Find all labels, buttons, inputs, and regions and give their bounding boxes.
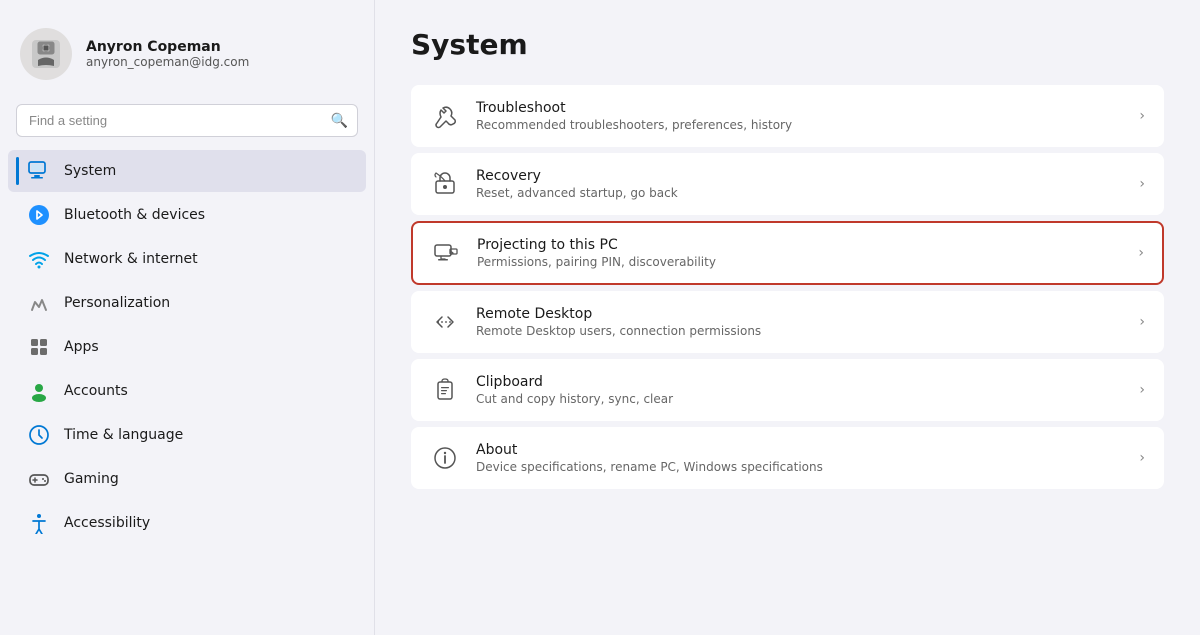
- about-title: About: [476, 442, 1123, 458]
- gaming-icon: [28, 468, 50, 490]
- sidebar-item-personalization-label: Personalization: [64, 295, 170, 311]
- sidebar-item-apps-label: Apps: [64, 339, 99, 355]
- setting-item-projecting[interactable]: Projecting to this PC Permissions, pairi…: [411, 221, 1164, 285]
- user-email: anyron_copeman@idg.com: [86, 55, 249, 69]
- setting-item-remote-desktop[interactable]: Remote Desktop Remote Desktop users, con…: [411, 291, 1164, 353]
- about-icon: [430, 443, 460, 473]
- sidebar-item-time-label: Time & language: [64, 427, 183, 443]
- sidebar: Anyron Copeman anyron_copeman@idg.com 🔍 …: [0, 0, 375, 635]
- sidebar-item-bluetooth-label: Bluetooth & devices: [64, 207, 205, 223]
- personalization-icon: [28, 292, 50, 314]
- apps-icon: [28, 336, 50, 358]
- time-icon: [28, 424, 50, 446]
- sidebar-item-accounts-label: Accounts: [64, 383, 128, 399]
- sidebar-item-gaming-label: Gaming: [64, 471, 119, 487]
- user-info: Anyron Copeman anyron_copeman@idg.com: [86, 39, 249, 69]
- accessibility-icon: [28, 512, 50, 534]
- bluetooth-icon: [28, 204, 50, 226]
- troubleshoot-desc: Recommended troubleshooters, preferences…: [476, 118, 1123, 132]
- recovery-desc: Reset, advanced startup, go back: [476, 186, 1123, 200]
- troubleshoot-title: Troubleshoot: [476, 100, 1123, 116]
- sidebar-item-network-label: Network & internet: [64, 251, 198, 267]
- remote-desktop-title: Remote Desktop: [476, 306, 1123, 322]
- sidebar-item-gaming[interactable]: Gaming: [8, 458, 366, 500]
- recovery-title: Recovery: [476, 168, 1123, 184]
- clipboard-text: Clipboard Cut and copy history, sync, cl…: [476, 374, 1123, 406]
- clipboard-desc: Cut and copy history, sync, clear: [476, 392, 1123, 406]
- recovery-text: Recovery Reset, advanced startup, go bac…: [476, 168, 1123, 200]
- sidebar-item-apps[interactable]: Apps: [8, 326, 366, 368]
- remote-desktop-text: Remote Desktop Remote Desktop users, con…: [476, 306, 1123, 338]
- sidebar-item-network[interactable]: Network & internet: [8, 238, 366, 280]
- clipboard-title: Clipboard: [476, 374, 1123, 390]
- search-input[interactable]: [16, 104, 358, 137]
- remote-desktop-desc: Remote Desktop users, connection permiss…: [476, 324, 1123, 338]
- sidebar-item-personalization[interactable]: Personalization: [8, 282, 366, 324]
- recovery-chevron: ›: [1139, 176, 1145, 192]
- search-box: 🔍: [16, 104, 358, 137]
- avatar: [20, 28, 72, 80]
- recovery-icon: [430, 169, 460, 199]
- remote-desktop-chevron: ›: [1139, 314, 1145, 330]
- sidebar-item-accessibility[interactable]: Accessibility: [8, 502, 366, 544]
- projecting-icon: [431, 238, 461, 268]
- accounts-icon: [28, 380, 50, 402]
- sidebar-item-system-label: System: [64, 163, 116, 179]
- projecting-chevron: ›: [1138, 245, 1144, 261]
- sidebar-item-bluetooth[interactable]: Bluetooth & devices: [8, 194, 366, 236]
- system-icon: [28, 160, 50, 182]
- page-title: System: [411, 28, 1164, 61]
- projecting-title: Projecting to this PC: [477, 237, 1122, 253]
- about-desc: Device specifications, rename PC, Window…: [476, 460, 1123, 474]
- sidebar-item-accessibility-label: Accessibility: [64, 515, 150, 531]
- main-content: System Troubleshoot Recommended troubles…: [375, 0, 1200, 635]
- remote-desktop-icon: [430, 307, 460, 337]
- settings-list: Troubleshoot Recommended troubleshooters…: [411, 85, 1164, 489]
- setting-item-clipboard[interactable]: Clipboard Cut and copy history, sync, cl…: [411, 359, 1164, 421]
- setting-item-about[interactable]: About Device specifications, rename PC, …: [411, 427, 1164, 489]
- projecting-text: Projecting to this PC Permissions, pairi…: [477, 237, 1122, 269]
- setting-item-recovery[interactable]: Recovery Reset, advanced startup, go bac…: [411, 153, 1164, 215]
- projecting-desc: Permissions, pairing PIN, discoverabilit…: [477, 255, 1122, 269]
- network-icon: [28, 248, 50, 270]
- clipboard-icon: [430, 375, 460, 405]
- user-name: Anyron Copeman: [86, 39, 249, 55]
- user-section: Anyron Copeman anyron_copeman@idg.com: [0, 16, 374, 100]
- sidebar-item-time[interactable]: Time & language: [8, 414, 366, 456]
- about-text: About Device specifications, rename PC, …: [476, 442, 1123, 474]
- setting-item-troubleshoot[interactable]: Troubleshoot Recommended troubleshooters…: [411, 85, 1164, 147]
- about-chevron: ›: [1139, 450, 1145, 466]
- troubleshoot-icon: [430, 101, 460, 131]
- troubleshoot-chevron: ›: [1139, 108, 1145, 124]
- sidebar-item-system[interactable]: System: [8, 150, 366, 192]
- sidebar-item-accounts[interactable]: Accounts: [8, 370, 366, 412]
- troubleshoot-text: Troubleshoot Recommended troubleshooters…: [476, 100, 1123, 132]
- clipboard-chevron: ›: [1139, 382, 1145, 398]
